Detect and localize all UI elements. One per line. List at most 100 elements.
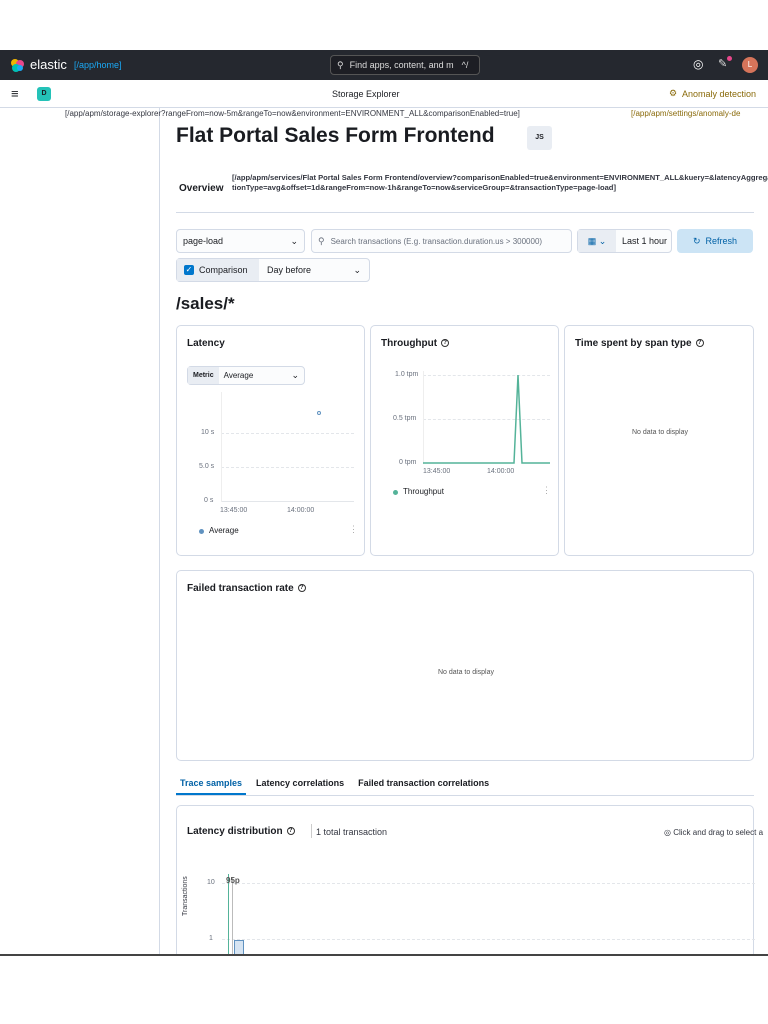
news-badge — [727, 56, 732, 61]
checkbox-checked-icon[interactable]: ✓ — [184, 265, 194, 275]
transaction-search-input[interactable]: ⚲ Search transactions (E.g. transaction.d… — [311, 229, 572, 253]
search-placeholder: Search transactions (E.g. transaction.du… — [330, 236, 543, 246]
legend-label[interactable]: Throughput — [403, 487, 444, 496]
gridline — [221, 467, 354, 468]
news-icon[interactable]: ✎ — [718, 57, 727, 70]
side-nav — [0, 108, 160, 955]
span-type-title: Time spent by span type? — [575, 338, 704, 349]
y-axis-label: Transactions — [182, 876, 189, 916]
throughput-title-text: Throughput — [381, 338, 438, 349]
metric-select[interactable]: Metric Average ⌄ — [187, 366, 305, 385]
throughput-title: Throughput? — [381, 338, 450, 349]
x-tick: 14:00:00 — [487, 468, 515, 475]
comparison-toggle[interactable]: ✓ Comparison — [177, 259, 259, 281]
info-icon[interactable]: ? — [695, 339, 704, 348]
search-shortcut: ^/ — [461, 60, 469, 70]
empty-state: No data to display — [631, 429, 689, 436]
selection-hint: ◎ Click and drag to select a — [664, 828, 763, 837]
time-range-value: Last 1 hour — [622, 236, 668, 246]
agent-badge: JS — [527, 126, 552, 150]
search-icon: ⚲ — [337, 59, 344, 70]
page-title: Flat Portal Sales Form Frontend — [176, 124, 495, 147]
x-tick: 14:00:00 — [287, 507, 315, 514]
y-tick: 1.0 tpm — [395, 371, 419, 378]
space-badge[interactable]: D — [37, 87, 51, 101]
failed-rate-title: Failed transaction rate? — [187, 583, 306, 594]
throughput-line[interactable] — [423, 371, 550, 466]
gridline — [222, 883, 755, 884]
data-point[interactable] — [317, 411, 321, 415]
info-icon[interactable]: ? — [441, 339, 450, 348]
brand-link[interactable]: [/app/home] — [74, 60, 122, 70]
throughput-panel: Throughput? 1.0 tpm 0.5 tpm 0 tpm 13:45:… — [370, 325, 559, 556]
detail-tabs: Trace samples Latency correlations Faile… — [176, 772, 754, 796]
anomaly-settings-link[interactable]: [/app/apm/settings/anomaly-de — [631, 109, 740, 118]
y-tick: 10 — [207, 879, 215, 886]
y-tick: 0 tpm — [399, 459, 417, 466]
y-tick: 1 — [209, 935, 213, 942]
divider — [176, 212, 754, 213]
distribution-bar[interactable] — [234, 940, 244, 955]
info-icon[interactable]: ? — [286, 827, 295, 836]
elastic-logo-icon[interactable] — [10, 58, 24, 72]
failed-rate-title-text: Failed transaction rate — [187, 583, 294, 594]
metric-label: Metric — [188, 367, 219, 384]
refresh-label: Refresh — [705, 236, 738, 246]
percentile-label: 95p — [226, 876, 240, 885]
overview-link[interactable]: [/app/apm/services/Flat Portal Sales For… — [232, 173, 768, 193]
latency-title: Latency — [187, 338, 225, 349]
refresh-button[interactable]: ↻ Refresh — [677, 229, 753, 253]
span-type-panel: Time spent by span type? No data to disp… — [564, 325, 754, 556]
gridline — [222, 939, 755, 940]
comparison-select[interactable]: Day before ⌄ — [259, 265, 369, 276]
percentile-95-line — [232, 878, 233, 955]
tab-failed-transaction-correlations[interactable]: Failed transaction correlations — [354, 772, 493, 795]
anomaly-detection-link[interactable]: Anomaly detection — [682, 89, 756, 99]
y-tick: 0 s — [204, 497, 214, 504]
tab-latency-correlations[interactable]: Latency correlations — [252, 772, 348, 795]
comparison-label: Comparison — [199, 265, 248, 275]
x-tick: 13:45:00 — [220, 507, 248, 514]
divider — [311, 824, 312, 838]
legend-more-icon[interactable]: ⋮ — [349, 524, 358, 535]
failed-rate-panel: Failed transaction rate? No data to disp… — [176, 570, 754, 761]
metric-value: Average — [223, 371, 254, 380]
legend-more-icon[interactable]: ⋮ — [542, 485, 551, 496]
tab-trace-samples[interactable]: Trace samples — [176, 772, 247, 795]
x-tick: 13:45:00 — [423, 468, 451, 475]
total-transactions: 1 total transaction — [316, 827, 388, 837]
distribution-title: Latency distribution? — [187, 826, 295, 837]
anomaly-icon: ⚙ — [669, 88, 678, 98]
user-avatar[interactable]: L — [742, 57, 758, 73]
top-header: elastic [/app/home] ⚲ Find apps, content… — [0, 50, 768, 80]
comparison-control: ✓ Comparison Day before ⌄ — [176, 258, 370, 282]
nav-title: Storage Explorer — [332, 89, 400, 99]
legend-dot — [393, 490, 398, 495]
chevron-down-icon: ⌄ — [290, 235, 298, 246]
menu-icon[interactable]: ≡ — [11, 86, 19, 101]
date-picker[interactable]: ▦ ⌄ Last 1 hour — [577, 229, 672, 253]
y-tick: 10 s — [201, 429, 215, 436]
empty-state: No data to display — [437, 669, 495, 676]
legend-dot — [199, 529, 204, 534]
y-tick: 5.0 s — [199, 463, 215, 470]
nav-bar: ≡ D Storage Explorer ⚙ Anomaly detection — [0, 80, 768, 108]
y-axis — [221, 392, 222, 502]
info-icon[interactable]: ? — [297, 584, 306, 593]
transaction-type-select[interactable]: page-load ⌄ — [176, 229, 305, 253]
distribution-title-text: Latency distribution — [187, 826, 283, 837]
storage-explorer-link[interactable]: [/app/apm/storage-explorer?rangeFrom=now… — [65, 109, 520, 118]
search-icon: ⚲ — [318, 235, 325, 246]
chevron-down-icon: ⌄ — [353, 264, 361, 275]
comparison-value: Day before — [267, 264, 312, 275]
help-icon[interactable]: ◎ — [693, 57, 703, 71]
main-frame: [/app/apm/storage-explorer?rangeFrom=now… — [0, 108, 768, 955]
global-search-input[interactable]: ⚲ Find apps, content, and m ^/ — [330, 55, 480, 75]
gridline — [221, 433, 354, 434]
latency-panel: Latency Metric Average ⌄ 10 s 5.0 s 0 s 1… — [176, 325, 365, 556]
legend-label[interactable]: Average — [209, 526, 239, 535]
brand-name[interactable]: elastic — [30, 57, 67, 72]
tab-overview[interactable]: Overview — [179, 183, 223, 194]
refresh-icon: ↻ — [692, 235, 701, 246]
calendar-icon[interactable]: ▦ ⌄ — [578, 230, 616, 252]
